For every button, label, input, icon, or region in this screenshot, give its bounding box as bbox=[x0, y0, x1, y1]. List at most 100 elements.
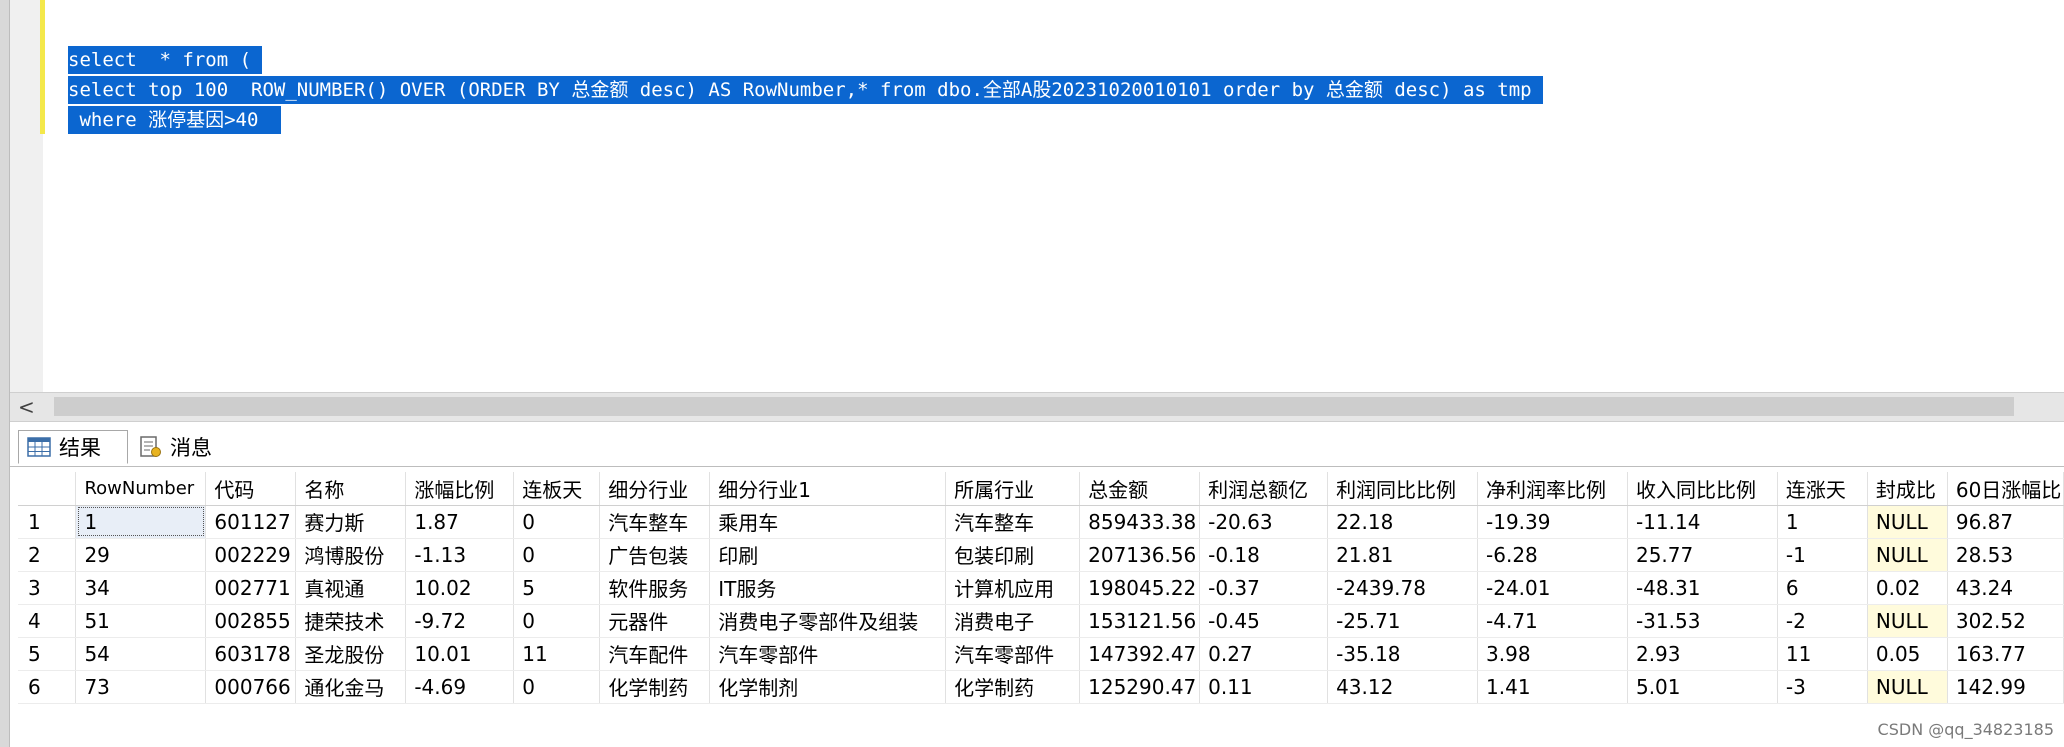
grid-cell[interactable]: 1.87 bbox=[405, 505, 515, 539]
grid-cell[interactable]: -6.28 bbox=[1477, 538, 1628, 572]
grid-cell[interactable]: 302.52 bbox=[1947, 604, 2064, 638]
grid-cell[interactable]: 198045.22 bbox=[1079, 571, 1201, 605]
code-line-1[interactable]: select * from ( bbox=[68, 46, 263, 74]
grid-cell[interactable]: 汽车整车 bbox=[599, 505, 711, 539]
scroll-left-arrow-icon[interactable]: < bbox=[18, 396, 35, 418]
grid-cell[interactable]: 元器件 bbox=[599, 604, 711, 638]
grid-cell[interactable]: 10.02 bbox=[405, 571, 515, 605]
column-header[interactable]: RowNumber bbox=[75, 472, 207, 506]
grid-cell[interactable]: 125290.47 bbox=[1079, 670, 1201, 704]
grid-cell[interactable]: 43.24 bbox=[1947, 571, 2064, 605]
results-grid[interactable]: RowNumber 代码 名称 涨幅比例 连板天 细分行业 细分行业1 所属行业… bbox=[18, 472, 2064, 704]
grid-cell[interactable]: 通化金马 bbox=[295, 670, 407, 704]
row-number-cell[interactable]: 4 bbox=[18, 604, 77, 638]
grid-cell[interactable]: 601127 bbox=[205, 505, 297, 539]
grid-cell[interactable]: 6 bbox=[1777, 571, 1868, 605]
grid-cell[interactable]: -0.37 bbox=[1199, 571, 1329, 605]
column-header[interactable]: 净利润率比例 bbox=[1477, 472, 1628, 506]
grid-cell[interactable]: 11 bbox=[1777, 637, 1868, 671]
grid-cell[interactable]: -4.69 bbox=[405, 670, 515, 704]
grid-cell[interactable]: 乘用车 bbox=[709, 505, 947, 539]
grid-cell[interactable]: 0 bbox=[513, 604, 601, 638]
table-row[interactable]: 1 1 601127 赛力斯 1.87 0 汽车整车 乘用车 汽车整车 859433.38 -20.… bbox=[18, 505, 2064, 539]
grid-cell[interactable]: 赛力斯 bbox=[295, 505, 407, 539]
row-number-cell[interactable]: 6 bbox=[18, 670, 77, 704]
column-header[interactable]: 封成比 bbox=[1867, 472, 1948, 506]
grid-cell[interactable]: -0.18 bbox=[1199, 538, 1329, 572]
grid-cell[interactable]: 859433.38 bbox=[1079, 505, 1201, 539]
grid-cell[interactable]: NULL bbox=[1867, 505, 1948, 539]
grid-cell[interactable]: 2.93 bbox=[1627, 637, 1778, 671]
grid-cell[interactable]: 0 bbox=[513, 505, 601, 539]
grid-cell[interactable]: 0.02 bbox=[1867, 571, 1948, 605]
scrollbar-thumb[interactable] bbox=[54, 397, 2014, 416]
grid-cell[interactable]: 计算机应用 bbox=[945, 571, 1081, 605]
grid-cell[interactable]: -2439.78 bbox=[1327, 571, 1479, 605]
grid-cell[interactable]: 000766 bbox=[205, 670, 297, 704]
grid-cell[interactable]: 28.53 bbox=[1947, 538, 2064, 572]
grid-cell[interactable]: 11 bbox=[513, 637, 601, 671]
grid-cell[interactable]: 603178 bbox=[205, 637, 297, 671]
row-number-cell[interactable]: 3 bbox=[18, 571, 77, 605]
grid-cell[interactable]: -9.72 bbox=[405, 604, 515, 638]
column-header[interactable]: 涨幅比例 bbox=[405, 472, 515, 506]
column-header[interactable]: 利润总额亿 bbox=[1199, 472, 1329, 506]
grid-cell[interactable]: NULL bbox=[1867, 670, 1948, 704]
grid-cell[interactable]: -1.13 bbox=[405, 538, 515, 572]
grid-cell[interactable]: 10.01 bbox=[405, 637, 515, 671]
grid-cell[interactable]: 21.81 bbox=[1327, 538, 1479, 572]
grid-cell[interactable]: 真视通 bbox=[295, 571, 407, 605]
grid-cell[interactable]: -35.18 bbox=[1327, 637, 1479, 671]
grid-cell[interactable]: 化学制剂 bbox=[709, 670, 947, 704]
grid-cell[interactable]: 广告包装 bbox=[599, 538, 711, 572]
grid-cell[interactable]: 3.98 bbox=[1477, 637, 1628, 671]
grid-cell[interactable]: 29 bbox=[75, 538, 207, 572]
grid-cell[interactable]: 002229 bbox=[205, 538, 297, 572]
column-header[interactable]: 利润同比比例 bbox=[1327, 472, 1479, 506]
grid-cell[interactable]: NULL bbox=[1867, 538, 1948, 572]
column-header[interactable]: 细分行业1 bbox=[709, 472, 947, 506]
grid-cell[interactable]: NULL bbox=[1867, 604, 1948, 638]
code-line-2[interactable]: select top 100 ROW_NUMBER() OVER (ORDER … bbox=[68, 76, 1544, 104]
row-number-cell[interactable]: 1 bbox=[18, 505, 77, 539]
tab-messages[interactable]: 消息 bbox=[130, 430, 234, 464]
grid-cell[interactable]: 147392.47 bbox=[1079, 637, 1201, 671]
grid-cell[interactable]: 捷荣技术 bbox=[295, 604, 407, 638]
grid-cell[interactable]: 43.12 bbox=[1327, 670, 1479, 704]
grid-cell[interactable]: 汽车零部件 bbox=[945, 637, 1081, 671]
grid-cell[interactable]: -3 bbox=[1777, 670, 1868, 704]
grid-cell[interactable]: 0.11 bbox=[1199, 670, 1329, 704]
table-row[interactable]: 5 54 603178 圣龙股份 10.01 11 汽车配件 汽车零部件 汽车零部件 147392… bbox=[18, 637, 2064, 671]
grid-cell[interactable]: 5 bbox=[513, 571, 601, 605]
grid-cell[interactable]: 鸿博股份 bbox=[295, 538, 407, 572]
grid-cell[interactable]: 22.18 bbox=[1327, 505, 1479, 539]
grid-cell[interactable]: 汽车零部件 bbox=[709, 637, 947, 671]
grid-cell[interactable]: 5.01 bbox=[1627, 670, 1778, 704]
grid-cell[interactable]: -0.45 bbox=[1199, 604, 1329, 638]
grid-cell[interactable]: 化学制药 bbox=[945, 670, 1081, 704]
table-row[interactable]: 3 34 002771 真视通 10.02 5 软件服务 IT服务 计算机应用 198045.22… bbox=[18, 571, 2064, 605]
column-header[interactable]: 总金额 bbox=[1079, 472, 1201, 506]
grid-cell[interactable]: 153121.56 bbox=[1079, 604, 1201, 638]
grid-cell[interactable]: 包装印刷 bbox=[945, 538, 1081, 572]
grid-cell[interactable]: 0 bbox=[513, 538, 601, 572]
grid-cell[interactable]: 软件服务 bbox=[599, 571, 711, 605]
grid-cell[interactable]: -19.39 bbox=[1477, 505, 1628, 539]
grid-cell[interactable]: 96.87 bbox=[1947, 505, 2064, 539]
grid-cell[interactable]: 002771 bbox=[205, 571, 297, 605]
grid-cell[interactable]: -11.14 bbox=[1627, 505, 1778, 539]
grid-cell[interactable]: -20.63 bbox=[1199, 505, 1329, 539]
grid-cell[interactable]: -1 bbox=[1777, 538, 1868, 572]
code-line-3[interactable]: where 涨停基因>40 bbox=[68, 106, 282, 134]
column-header[interactable]: 60日涨幅比 bbox=[1947, 472, 2064, 506]
column-header[interactable]: 细分行业 bbox=[599, 472, 711, 506]
grid-cell[interactable]: -48.31 bbox=[1627, 571, 1778, 605]
grid-cell[interactable]: -31.53 bbox=[1627, 604, 1778, 638]
grid-cell[interactable]: 25.77 bbox=[1627, 538, 1778, 572]
grid-cell[interactable]: -2 bbox=[1777, 604, 1868, 638]
column-header[interactable]: 连涨天 bbox=[1777, 472, 1868, 506]
grid-cell[interactable]: 1.41 bbox=[1477, 670, 1628, 704]
grid-cell[interactable]: 002855 bbox=[205, 604, 297, 638]
grid-cell[interactable]: 1 bbox=[75, 505, 207, 539]
table-row[interactable]: 2 29 002229 鸿博股份 -1.13 0 广告包装 印刷 包装印刷 207136.56 -0… bbox=[18, 538, 2064, 572]
